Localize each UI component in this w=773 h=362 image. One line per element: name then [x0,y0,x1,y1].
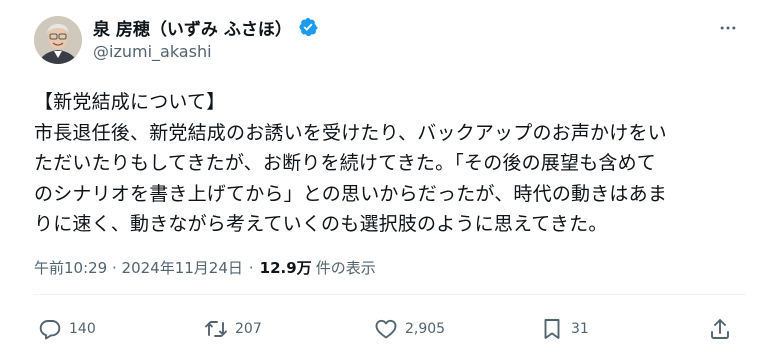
reply-icon [39,320,61,340]
verified-badge-icon [298,17,318,37]
heart-icon [375,319,397,339]
tweet-text-line: りに速く、動きながら考えていくのも選択肢のように思えてきた。 [34,213,608,235]
meta-separator: · [248,259,254,277]
reply-count: 140 [69,321,96,337]
more-button[interactable] [712,16,744,40]
retweet-count: 207 [235,321,262,337]
author-name-row[interactable]: 泉 房穂（いずみ ふさほ） [93,15,318,40]
reply-button[interactable]: 140 [38,313,96,345]
like-count: 2,905 [405,321,446,337]
retweet-icon [205,321,227,337]
like-button[interactable]: 2,905 [374,313,445,345]
bookmark-count: 31 [571,321,589,337]
handle[interactable]: @izumi_akashi [93,42,212,61]
profile-photo [34,16,82,64]
share-button[interactable] [708,313,732,345]
action-bar: 140 207 2,905 31 [34,313,746,345]
timestamp[interactable]: 午前10:29 · 2024年11月24日 [34,257,243,278]
tweet-text: 【新党結成について】 市長退任後、新党結成のお誘いを受けたり、バックアップのお声… [34,87,746,240]
avatar[interactable] [34,16,82,64]
tweet-text-line: ただいたりもしてきたが、お断りを続けてきた。「その後の展望も含めて [34,152,657,174]
views-count[interactable]: 12.9万 [260,257,312,278]
bookmark-button[interactable]: 31 [540,313,589,345]
retweet-button[interactable]: 207 [204,313,262,345]
tweet-text-line: 市長退任後、新党結成のお誘いを受けたり、バックアップのお声かけをい [34,121,667,144]
views-label: 件の表示 [315,259,376,277]
divider [34,294,746,295]
display-name[interactable]: 泉 房穂（いずみ ふさほ） [93,15,292,40]
more-horizontal-icon [720,26,736,30]
tweet-text-line: のシナリオを書き上げてから」との思いからだったが、時代の動きはあま [34,182,668,205]
share-icon [711,319,729,339]
bookmark-icon [544,319,560,339]
tweet-meta: 午前10:29 · 2024年11月24日 · 12.9万 件の表示 [34,257,376,278]
tweet-text-line: 【新党結成について】 [34,91,226,113]
